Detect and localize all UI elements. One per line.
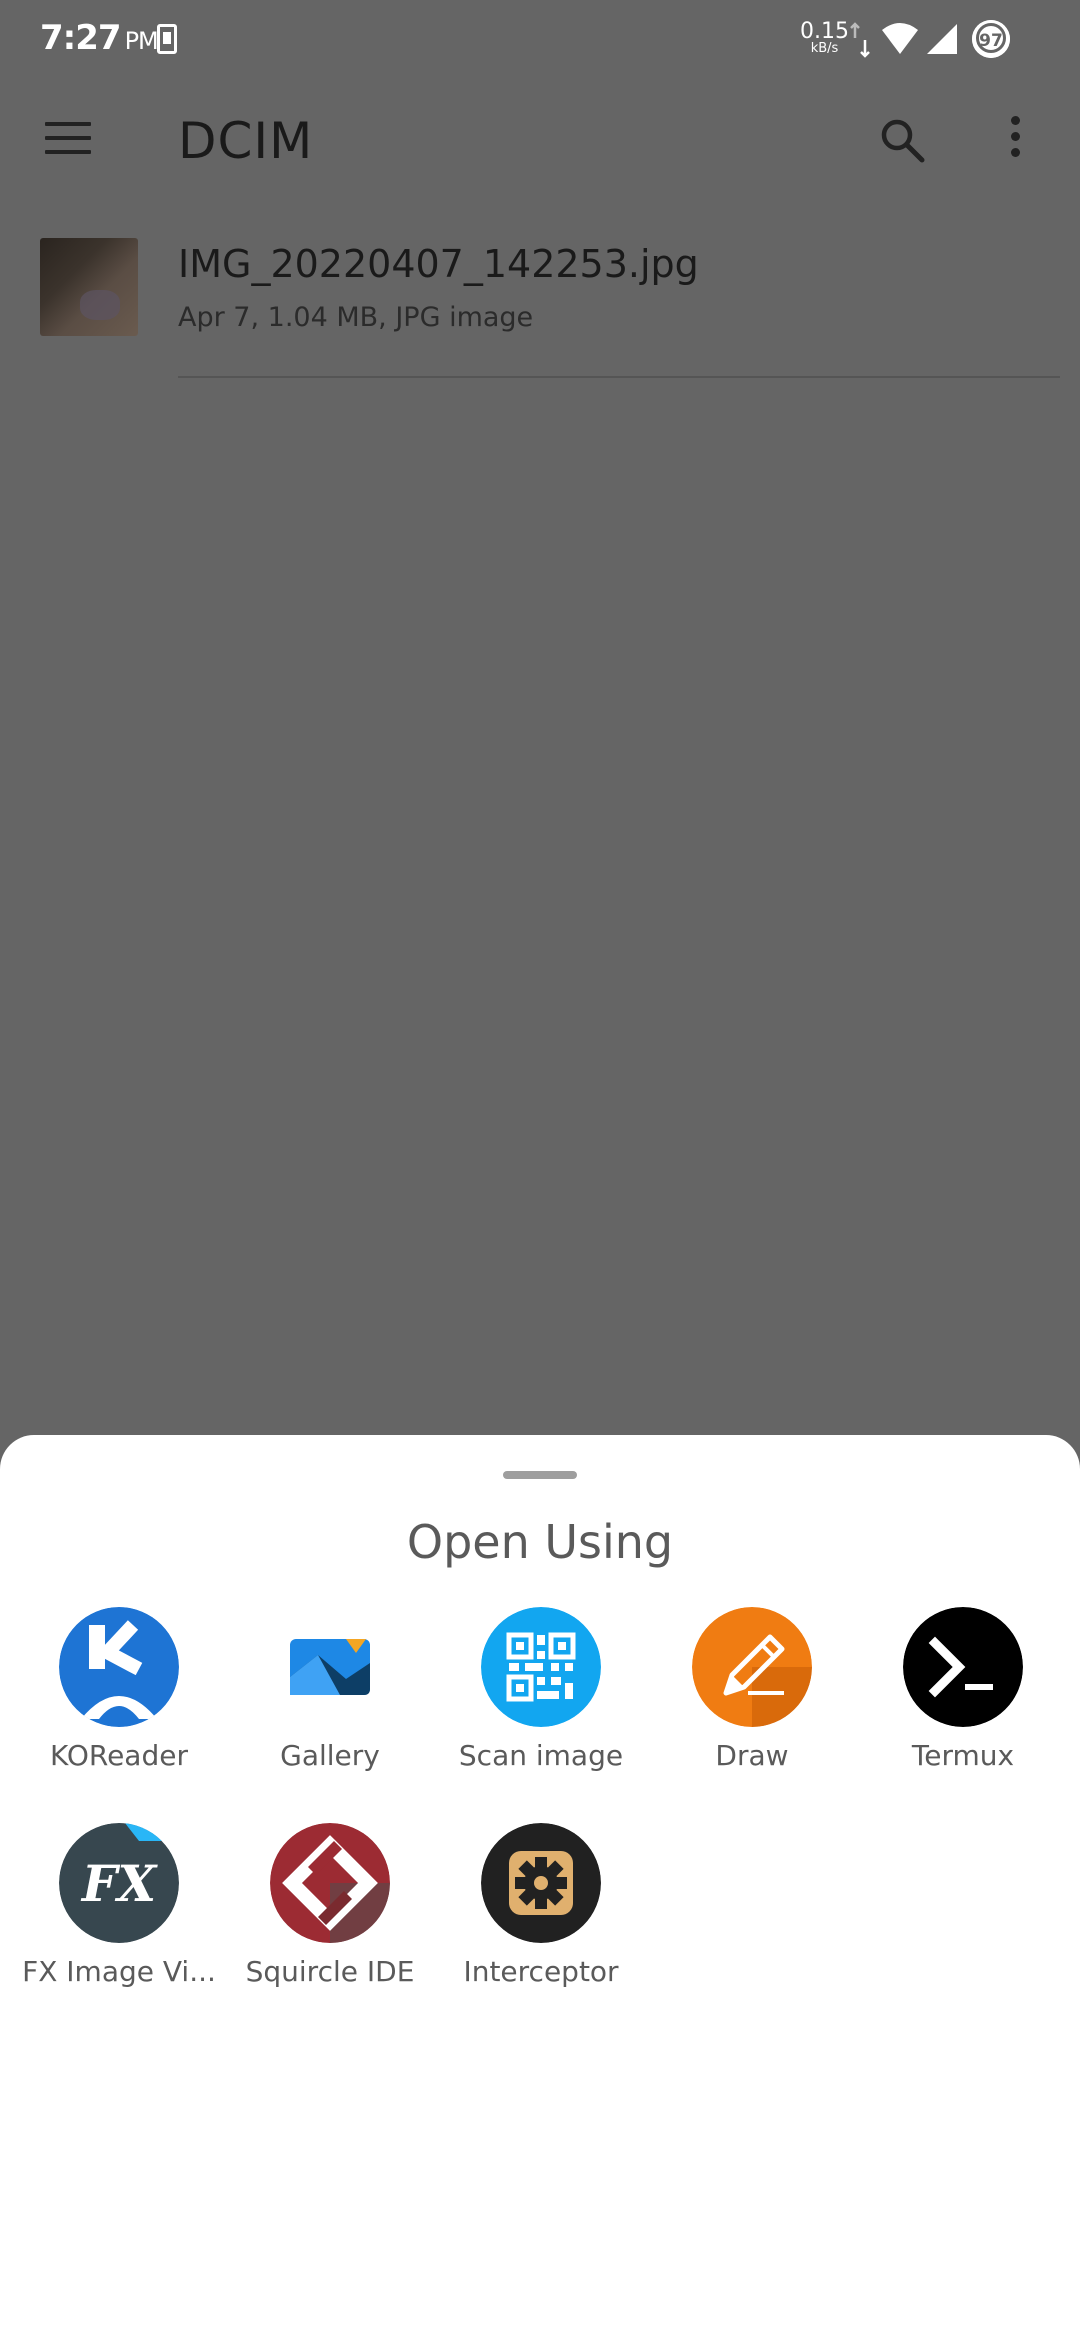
qr-scan-icon — [481, 1607, 601, 1727]
battery-level: 97 — [976, 23, 1006, 53]
app-option-scan-image[interactable]: Scan image — [435, 1607, 647, 1807]
svg-text:FX: FX — [80, 1854, 158, 1913]
app-option-squircle-ide[interactable]: Squircle IDE — [224, 1823, 436, 2023]
data-transfer-icon — [850, 22, 870, 58]
battery-icon: 97 — [972, 20, 1010, 58]
app-label: Interceptor — [463, 1955, 619, 1988]
open-using-sheet: Open Using KOReader Gallery Scan image D… — [0, 1435, 1080, 2340]
app-option-draw[interactable]: Draw — [646, 1607, 858, 1807]
file-name: IMG_20220407_142253.jpg — [178, 242, 699, 286]
pencil-icon — [692, 1607, 812, 1727]
image-thumbnail — [40, 238, 138, 336]
app-label: Draw — [715, 1739, 789, 1772]
sheet-title: Open Using — [406, 1515, 674, 1569]
app-option-interceptor[interactable]: Interceptor — [435, 1823, 647, 2023]
gallery-icon — [270, 1607, 390, 1727]
koreader-icon — [59, 1607, 179, 1727]
divider — [178, 376, 1060, 378]
app-label: Scan image — [458, 1739, 624, 1772]
app-bar: DCIM — [0, 84, 1080, 194]
more-options-icon[interactable] — [1008, 116, 1022, 164]
hamburger-menu-icon[interactable] — [45, 122, 91, 156]
clock-time: 7:27 — [40, 18, 122, 58]
app-label: FX Image Vi... — [22, 1955, 216, 1988]
app-option-koreader[interactable]: KOReader — [13, 1607, 225, 1807]
app-option-fx-image-viewer[interactable]: FX FX Image Vi... — [13, 1823, 225, 2023]
file-meta: Apr 7, 1.04 MB, JPG image — [178, 302, 534, 333]
app-label: KOReader — [50, 1739, 188, 1772]
app-option-termux[interactable]: Termux — [857, 1607, 1069, 1807]
sim-card-icon — [157, 24, 177, 54]
network-speed: 0.15 kB/s — [800, 21, 849, 56]
app-label: Gallery — [280, 1739, 380, 1772]
wifi-icon — [882, 23, 918, 54]
app-label: Termux — [911, 1739, 1015, 1772]
list-item[interactable]: IMG_20220407_142253.jpg Apr 7, 1.04 MB, … — [0, 236, 1080, 378]
status-bar: 7:27 PM 0.15 kB/s 97 — [0, 0, 1080, 84]
fx-icon: FX — [59, 1823, 179, 1943]
app-option-gallery[interactable]: Gallery — [224, 1607, 436, 1807]
terminal-icon — [903, 1607, 1023, 1727]
squircle-ide-icon — [270, 1823, 390, 1943]
status-time: 7:27 PM — [40, 18, 159, 58]
search-icon[interactable] — [878, 116, 926, 164]
page-title: DCIM — [178, 112, 314, 170]
app-label: Squircle IDE — [245, 1955, 415, 1988]
clock-ampm: PM — [124, 27, 159, 55]
cell-signal-icon — [927, 24, 957, 54]
gear-icon — [481, 1823, 601, 1943]
drag-handle[interactable] — [503, 1471, 577, 1479]
